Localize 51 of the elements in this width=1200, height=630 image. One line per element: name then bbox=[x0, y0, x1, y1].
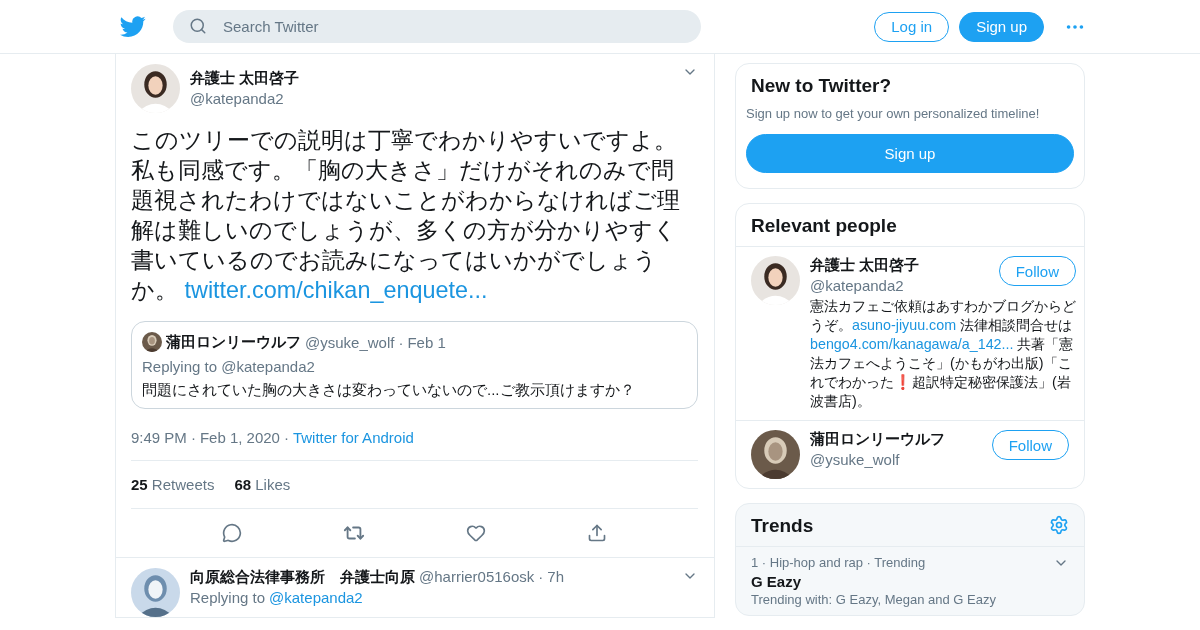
author-handle: @katepanda2 bbox=[190, 90, 285, 107]
trend-name[interactable]: G Eazy bbox=[751, 573, 1069, 590]
settings-icon[interactable] bbox=[1049, 515, 1069, 535]
reply-author-handle: @harrier0516osk bbox=[419, 568, 535, 585]
trend-context: Trending with: G Eazy, Megan and G Eazy bbox=[751, 592, 997, 607]
login-button[interactable]: Log in bbox=[874, 11, 950, 42]
search-field[interactable]: Search Twitter bbox=[173, 10, 701, 43]
quoted-date: Feb 1 bbox=[407, 333, 446, 351]
follow-button[interactable]: Follow bbox=[991, 430, 1069, 460]
search-icon bbox=[189, 17, 207, 35]
card-subtitle: Sign up now to get your own personalized timeline! bbox=[745, 106, 1041, 121]
author-name: 弁護士 太田啓子 bbox=[190, 69, 301, 88]
reply-icon[interactable] bbox=[221, 523, 242, 543]
separator-dot: · bbox=[190, 429, 196, 446]
replying-to: Replying to @katepanda2 bbox=[142, 358, 316, 375]
reply-author-name: 向原総合法律事務所 弁護士向原 bbox=[190, 568, 415, 587]
reply-time: 7h bbox=[547, 568, 564, 585]
bio-link[interactable]: asuno-jiyuu.com bbox=[852, 317, 957, 333]
tweet-link[interactable]: twitter.com/chikan_enquete... bbox=[178, 277, 488, 303]
quoted-tweet[interactable]: 蒲田ロンリーウルフ @ysuke_wolf · Feb 1 Replying to @katepanda2 問題にされていた胸の大きさは変わっていないので...ご教示頂けますか？ bbox=[131, 321, 698, 409]
tweet-text: 私も同感です。「胸の大きさ」だけがそれのみで問題視されたわけではないことがわからなければご理解は難しいのでしょうが、多くの方が分かりやすく書いているのでお読みになってはいかがでしょうか。 twitter.com/chikan_enquete... bbox=[131, 156, 681, 305]
separator-dot: · bbox=[283, 429, 289, 446]
replying-to-link[interactable]: @katepanda2 bbox=[269, 589, 363, 606]
card-title: New to Twitter? bbox=[750, 74, 893, 98]
tweet-timestamp: Feb 1, 2020 bbox=[199, 429, 280, 446]
card-title: Trends bbox=[750, 514, 815, 538]
follow-button[interactable]: Follow bbox=[998, 256, 1076, 286]
signup-button[interactable]: Sign up bbox=[746, 134, 1074, 173]
person-bio: 憲法カフェご依頼はあすわかブログからどうぞ。asuno-jiyuu.com 法律相談問合せは bengo4.com/kanagawa/a_142... 共著「憲法カフェへようこそ」(かもがわ出版)「これでわかった❗超訳特定秘密保護法」(岩波書店)。 bbox=[810, 297, 1076, 411]
bird-logo-icon[interactable] bbox=[120, 15, 146, 38]
signup-button[interactable]: Sign up bbox=[959, 11, 1044, 42]
separator-dot: · bbox=[398, 333, 404, 351]
person-name: 蒲田ロンリーウルフ bbox=[810, 430, 946, 449]
trend-meta: 1 · Hip-hop and rap · Trending bbox=[751, 555, 926, 570]
person-name: 弁護士 太田啓子 bbox=[810, 256, 921, 275]
quoted-text: 問題にされていた胸の大きさは変わっていないので...ご教示頂けますか？ bbox=[142, 381, 636, 400]
tweet-text: このツリーでの説明は丁寧でわかりやすいですよ。 bbox=[131, 126, 678, 155]
stat-count[interactable]: 25 Retweets bbox=[131, 476, 215, 493]
tweet-timestamp: 9:49 PM bbox=[131, 429, 187, 446]
person-handle: @katepanda2 bbox=[810, 277, 905, 294]
share-icon[interactable] bbox=[587, 523, 608, 543]
separator-dot: · bbox=[538, 568, 544, 585]
like-icon[interactable] bbox=[466, 523, 487, 543]
card-title: Relevant people bbox=[750, 214, 898, 238]
person-handle: @ysuke_wolf bbox=[810, 451, 901, 468]
stat-count[interactable]: 68 Likes bbox=[234, 476, 291, 493]
bio-link[interactable]: bengo4.com/kanagawa/a_142... bbox=[810, 336, 1014, 352]
replying-to-label: Replying to bbox=[190, 589, 266, 606]
quoted-author-name: 蒲田ロンリーウルフ bbox=[166, 332, 301, 352]
quoted-author-handle: @ysuke_wolf bbox=[305, 333, 395, 351]
tweet-source[interactable]: Twitter for Android bbox=[292, 429, 414, 446]
